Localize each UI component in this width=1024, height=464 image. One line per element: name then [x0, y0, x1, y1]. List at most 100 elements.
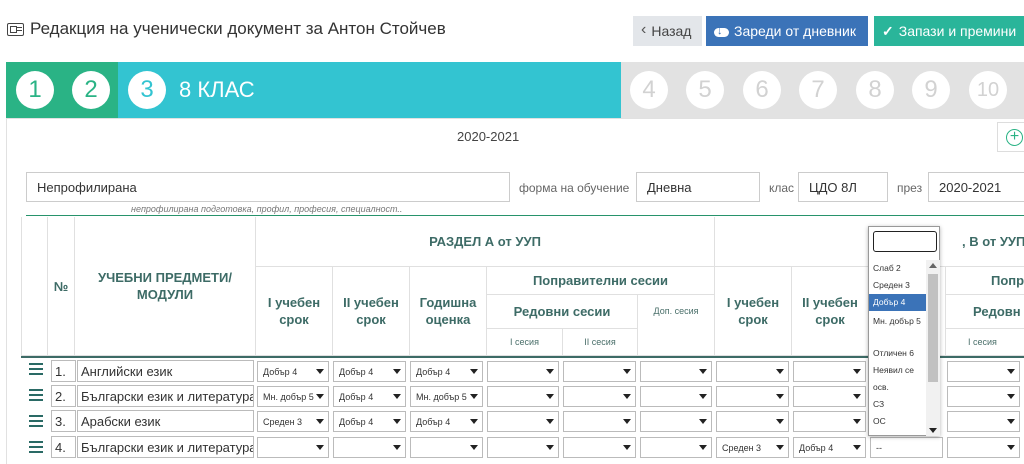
b-corrective-header: Попр — [946, 267, 1024, 295]
class-field[interactable]: ЦДО 8Л — [798, 172, 888, 202]
page-title-text: Редакция на ученически документ за Антон… — [30, 19, 446, 38]
session2-header: II сесия — [563, 329, 638, 356]
step-7[interactable]: 7 — [799, 71, 837, 109]
step-2[interactable]: 2 — [72, 71, 110, 109]
add-year-tab[interactable]: + — [997, 122, 1024, 152]
grade-select[interactable]: Мн. добър 5 — [257, 386, 329, 407]
dropdown-option[interactable]: осв. — [869, 379, 926, 396]
grade-select[interactable] — [487, 386, 559, 407]
grade-select[interactable] — [793, 386, 866, 407]
regular-sessions-header: Редовни сесии — [487, 295, 638, 329]
year-label: през — [897, 181, 923, 195]
step-5[interactable]: 5 — [686, 71, 724, 109]
grade-select[interactable]: Добър 4 — [793, 437, 866, 458]
grade-select[interactable] — [640, 437, 712, 458]
drag-handle-icon[interactable] — [29, 415, 43, 427]
check-icon: ✓ — [882, 22, 894, 39]
grade-select[interactable] — [793, 361, 866, 382]
dropdown-option[interactable]: Неявил се — [869, 362, 926, 379]
grade-select[interactable] — [640, 386, 712, 407]
grade-select[interactable]: -- — [870, 437, 943, 458]
b-term2-header: II учебен срок — [792, 267, 869, 356]
scroll-down-icon[interactable] — [929, 428, 937, 433]
grade-select[interactable]: Мн. добър 5 — [410, 386, 483, 407]
load-button-label: Зареди от дневник — [734, 23, 856, 39]
scroll-thumb[interactable] — [928, 274, 938, 382]
grade-select[interactable]: Добър 4 — [257, 361, 329, 382]
grade-select[interactable]: Добър 4 — [333, 411, 406, 432]
dropdown-option[interactable]: Слаб 2 — [869, 260, 926, 277]
b-term1-header: I учебен срок — [715, 267, 792, 356]
step-4[interactable]: 4 — [630, 71, 668, 109]
plus-circle-icon: + — [1006, 129, 1023, 146]
grade-select[interactable] — [640, 361, 712, 382]
grade-select[interactable] — [410, 437, 483, 458]
dropdown-option[interactable]: Среден 3 — [869, 277, 926, 294]
step-9[interactable]: 9 — [912, 71, 950, 109]
grade-select[interactable] — [487, 411, 559, 432]
row-number: 1. — [51, 360, 76, 382]
save-and-continue-button[interactable]: ✓ Запази и премини — [874, 16, 1024, 46]
grade-select[interactable] — [716, 386, 789, 407]
grade-select[interactable] — [947, 437, 1020, 458]
row-number: 3. — [51, 410, 76, 432]
grade-select[interactable]: Среден 3 — [257, 411, 329, 432]
dropdown-option-selected[interactable]: Добър 4 — [869, 294, 926, 311]
grade-select[interactable] — [257, 437, 329, 458]
dropdown-option[interactable]: Отличен 6 — [869, 345, 926, 362]
grade-select[interactable]: Среден 3 — [716, 437, 789, 458]
subject-field[interactable]: Български език и литература — [77, 436, 254, 458]
dropdown-option[interactable]: Мн. добър 5 — [869, 311, 926, 345]
dropdown-scrollbar[interactable] — [926, 260, 940, 436]
step-10[interactable]: 10 — [969, 71, 1007, 109]
grade-select[interactable] — [563, 411, 636, 432]
chevron-left-icon: ‹ — [641, 21, 647, 38]
subject-field[interactable]: Арабски език — [77, 410, 254, 432]
grade-select[interactable]: Добър 4 — [410, 361, 483, 382]
grade-select[interactable] — [333, 437, 406, 458]
dropdown-option[interactable]: ОС — [869, 413, 926, 430]
drag-handle-icon[interactable] — [29, 363, 43, 375]
back-button[interactable]: ‹ Назад — [633, 16, 702, 46]
profile-field[interactable]: Непрофилирана — [26, 172, 510, 202]
page-header: Редакция на ученически документ за Антон… — [0, 0, 1024, 62]
grade-dropdown[interactable]: Слаб 2 Среден 3 Добър 4 Мн. добър 5 Отли… — [868, 226, 940, 436]
dropdown-search-input[interactable] — [873, 231, 937, 252]
subject-field[interactable]: Английски език — [77, 360, 254, 382]
grade-select[interactable] — [716, 411, 789, 432]
grade-select[interactable] — [563, 386, 636, 407]
step-6[interactable]: 6 — [743, 71, 781, 109]
school-year-tab[interactable]: 2020-2021 — [457, 129, 519, 144]
study-form-label: форма на обучение — [519, 181, 630, 195]
grade-select[interactable] — [793, 411, 866, 432]
save-button-label: Запази и премини — [898, 23, 1017, 39]
grade-select[interactable] — [487, 361, 559, 382]
load-from-diary-button[interactable]: Зареди от дневник — [706, 16, 868, 46]
step-1[interactable]: 1 — [16, 71, 54, 109]
profile-hint: непрофилирана подготовка, профил, профес… — [131, 204, 403, 214]
grade-select[interactable] — [947, 386, 1020, 407]
grade-select[interactable] — [487, 437, 559, 458]
dropdown-options: Слаб 2 Среден 3 Добър 4 Мн. добър 5 Отли… — [869, 260, 926, 437]
grade-select[interactable] — [640, 411, 712, 432]
scroll-up-icon[interactable] — [929, 263, 937, 268]
grade-select[interactable] — [947, 361, 1020, 382]
grade-select[interactable] — [716, 361, 789, 382]
drag-handle-icon[interactable] — [29, 441, 43, 453]
subject-field[interactable]: Български език и литература — [77, 385, 254, 407]
step-current-label: 8 КЛАС — [179, 77, 255, 102]
grade-select[interactable] — [563, 361, 636, 382]
year-field[interactable]: 2020-2021 — [928, 172, 1024, 202]
step-3[interactable]: 3 — [128, 71, 166, 109]
step-8[interactable]: 8 — [856, 71, 894, 109]
drag-handle-icon[interactable] — [29, 389, 43, 401]
study-form-field[interactable]: Дневна — [636, 172, 760, 202]
term2-header: II учебен срок — [333, 267, 410, 356]
dropdown-option[interactable]: СЗ — [869, 396, 926, 413]
grade-select[interactable]: Добър 4 — [333, 361, 406, 382]
grade-select[interactable]: Добър 4 — [410, 411, 483, 432]
grade-select[interactable] — [563, 437, 636, 458]
grade-select[interactable] — [947, 411, 1020, 432]
grade-select[interactable]: Добър 4 — [333, 386, 406, 407]
col-subject-header: УЧЕБНИ ПРЕДМЕТИ/ МОДУЛИ — [75, 217, 256, 356]
